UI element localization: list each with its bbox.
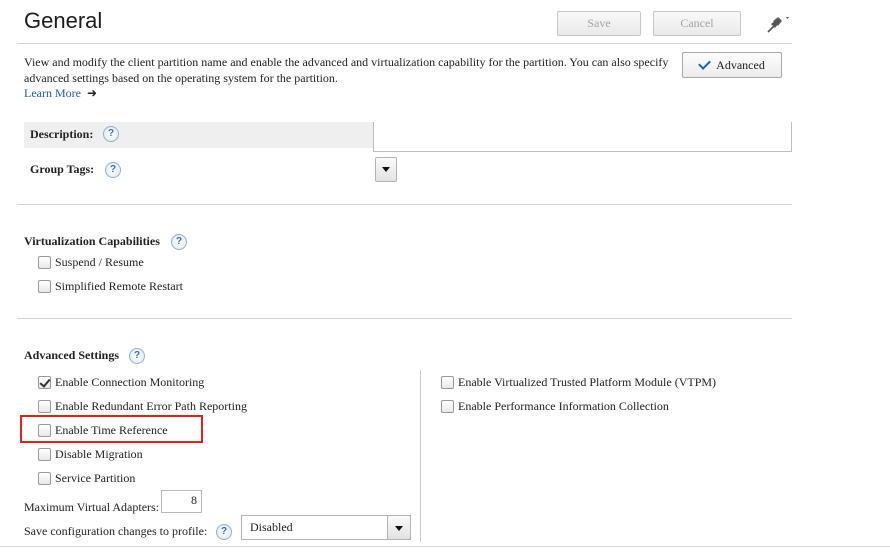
- service-partition-checkbox[interactable]: [38, 472, 51, 485]
- help-icon[interactable]: ?: [129, 348, 145, 364]
- description-input[interactable]: [373, 122, 792, 152]
- header-divider: [17, 43, 792, 44]
- enable-redundant-error-path-reporting-label: Enable Redundant Error Path Reporting: [55, 399, 247, 413]
- select-arrow-button[interactable]: [387, 515, 411, 540]
- advanced-button-label: Advanced: [716, 58, 765, 72]
- suspend-resume-label: Suspend / Resume: [55, 255, 144, 269]
- group-tags-label: Group Tags:: [30, 162, 95, 176]
- disable-migration-label: Disable Migration: [55, 447, 143, 461]
- advanced-settings-heading: Advanced Settings: [24, 348, 120, 362]
- cancel-button[interactable]: Cancel: [653, 11, 741, 36]
- save-config-value: Disabled: [250, 520, 293, 534]
- help-icon[interactable]: ?: [171, 234, 187, 250]
- caret-down-icon: [395, 526, 403, 531]
- max-virtual-adapters-label: Maximum Virtual Adapters:: [24, 500, 160, 514]
- enable-vtpm-label: Enable Virtualized Trusted Platform Modu…: [458, 375, 717, 389]
- help-icon[interactable]: ?: [105, 162, 121, 178]
- section-divider: [17, 318, 792, 319]
- caret-down-icon: [382, 167, 390, 172]
- enable-performance-info-checkbox[interactable]: [441, 400, 454, 413]
- learn-more-link[interactable]: Learn More ➜: [24, 86, 97, 101]
- virtualization-heading: Virtualization Capabilities: [24, 234, 160, 248]
- max-virtual-adapters-input[interactable]: 8: [161, 490, 202, 513]
- save-button[interactable]: Save: [557, 11, 641, 36]
- enable-performance-info-label: Enable Performance Information Collectio…: [458, 399, 669, 413]
- description-label: Description:: [30, 127, 94, 141]
- arrow-right-icon: ➜: [86, 86, 98, 100]
- simplified-remote-restart-label: Simplified Remote Restart: [55, 279, 183, 293]
- group-tags-dropdown[interactable]: [375, 157, 397, 182]
- bottom-divider: [0, 546, 890, 547]
- help-icon[interactable]: ?: [216, 524, 232, 540]
- help-icon[interactable]: ?: [103, 126, 119, 142]
- enable-connection-monitoring-label: Enable Connection Monitoring: [55, 375, 205, 389]
- column-divider: [420, 370, 421, 542]
- checkmark-icon: [698, 57, 712, 70]
- save-config-select[interactable]: Disabled: [241, 515, 411, 540]
- pin-icon[interactable]: [764, 13, 790, 35]
- learn-more-label[interactable]: Learn More: [24, 86, 81, 100]
- advanced-toggle-button[interactable]: Advanced: [682, 52, 782, 78]
- page-title: General: [24, 8, 103, 33]
- save-config-label: Save configuration changes to profile:: [24, 524, 208, 538]
- section-divider: [17, 204, 792, 205]
- enable-connection-monitoring-checkbox[interactable]: [38, 376, 51, 389]
- intro-description: View and modify the client partition nam…: [24, 55, 669, 85]
- suspend-resume-checkbox[interactable]: [38, 256, 51, 269]
- simplified-remote-restart-checkbox[interactable]: [38, 280, 51, 293]
- enable-time-reference-checkbox[interactable]: [38, 424, 51, 437]
- enable-time-reference-label: Enable Time Reference: [55, 423, 168, 437]
- enable-redundant-error-path-reporting-checkbox[interactable]: [38, 400, 51, 413]
- disable-migration-checkbox[interactable]: [38, 448, 51, 461]
- service-partition-label: Service Partition: [55, 471, 136, 485]
- enable-vtpm-checkbox[interactable]: [441, 376, 454, 389]
